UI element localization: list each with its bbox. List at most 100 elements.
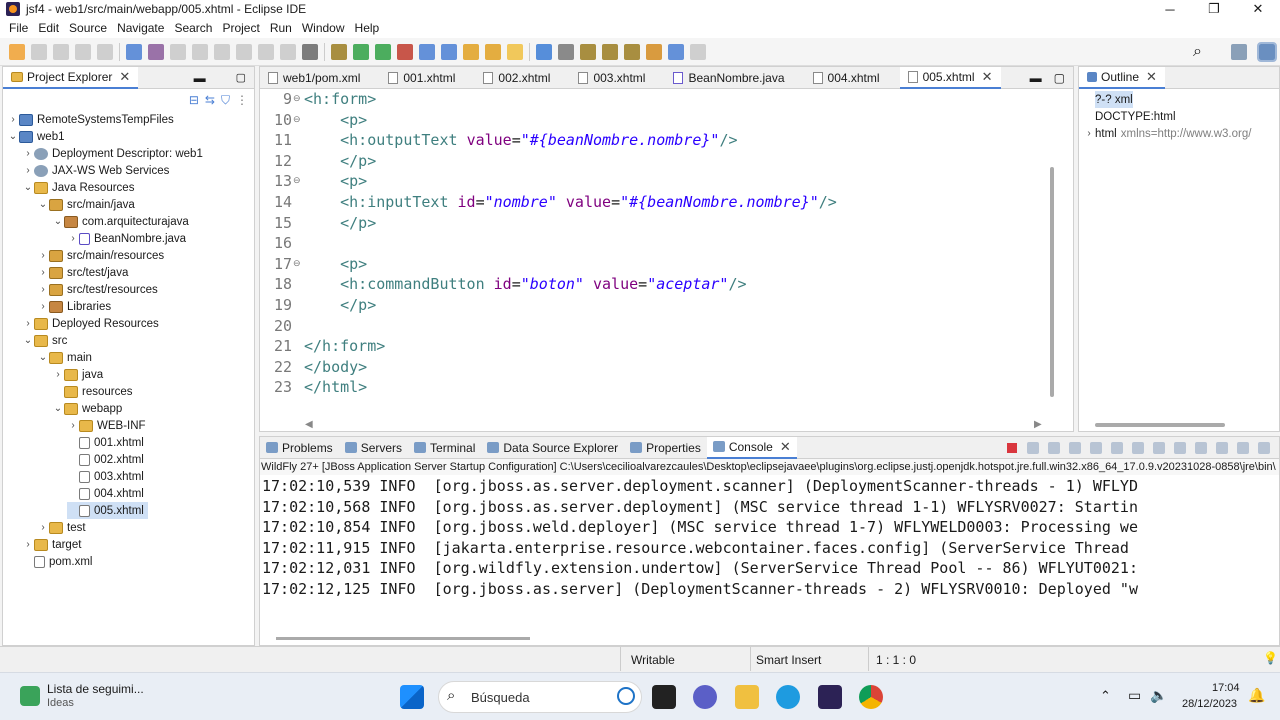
volume-icon[interactable]: 🔈 (1150, 687, 1167, 704)
save-all-icon[interactable] (53, 43, 69, 60)
expand-arrow-icon[interactable]: ⌄ (52, 216, 64, 227)
link-with-editor-icon[interactable]: ⇆ (205, 93, 215, 107)
edge-icon[interactable] (776, 685, 800, 709)
expand-arrow-icon[interactable]: › (1083, 128, 1095, 139)
expand-arrow-icon[interactable]: › (37, 522, 49, 533)
tree-item[interactable]: › src/test/java (37, 264, 128, 281)
disconnect-icon[interactable] (236, 43, 252, 60)
menu-source[interactable]: Source (64, 21, 112, 35)
outline-item[interactable]: ?-? xml (1095, 91, 1133, 108)
next-annotation-icon[interactable] (580, 43, 596, 60)
scroll-left-icon[interactable]: ◀ (305, 419, 313, 430)
tree-item[interactable]: › Deployed Resources (22, 315, 159, 332)
tip-icon[interactable]: 💡 (1263, 651, 1278, 665)
outline-item[interactable]: › html xmlns=http://www.w3.org/ (1083, 125, 1251, 142)
perspective-javaee-icon[interactable] (1231, 43, 1247, 60)
tab-servers[interactable]: Servers (339, 437, 408, 459)
tools-icon[interactable] (331, 43, 347, 60)
outline-hscrollbar[interactable] (1095, 423, 1225, 427)
expand-arrow-icon[interactable]: › (52, 369, 64, 380)
collapse-all-icon[interactable]: ⊟ (189, 93, 199, 107)
run-icon[interactable] (375, 43, 391, 60)
close-icon[interactable]: ✕ (780, 439, 791, 455)
expand-arrow-icon[interactable]: › (7, 114, 19, 125)
tab-properties[interactable]: Properties (624, 437, 707, 459)
menu-file[interactable]: File (4, 21, 33, 35)
chrome-icon[interactable] (859, 685, 883, 709)
coverage-icon[interactable] (397, 43, 413, 60)
tree-item[interactable]: ⌄ Java Resources (22, 179, 134, 196)
pause-icon[interactable] (192, 43, 208, 60)
close-window-button[interactable]: ✕ (1236, 0, 1280, 18)
editor-vscrollbar[interactable] (1050, 167, 1054, 397)
menu-edit[interactable]: Edit (33, 21, 64, 35)
expand-arrow-icon[interactable]: ⌄ (37, 199, 49, 210)
close-icon[interactable]: ✕ (119, 69, 130, 85)
tree-item[interactable]: › WEB-INF (67, 417, 146, 434)
expand-arrow-icon[interactable]: › (67, 233, 79, 244)
open-perspective-icon[interactable] (690, 43, 706, 60)
step-into-icon[interactable] (258, 43, 274, 60)
tab-terminal[interactable]: Terminal (408, 437, 481, 459)
clock-time[interactable]: 17:04 (1212, 682, 1240, 694)
fold-icon[interactable]: ⊖ (293, 93, 301, 104)
expand-arrow-icon[interactable]: ⌄ (52, 403, 64, 414)
scroll-lock-icon[interactable] (1090, 441, 1102, 454)
console-output[interactable]: 17:02:10,539 INFO [org.jboss.as.server.d… (260, 475, 1279, 625)
tab-005-xhtml[interactable]: 005.xhtml ✕ (899, 66, 1001, 89)
undo-icon[interactable] (75, 43, 91, 60)
tab-web1-pom-xml[interactable]: web1/pom.xml (260, 67, 380, 89)
expand-arrow-icon[interactable]: ⌄ (7, 131, 19, 142)
minimize-view-icon[interactable]: ▬ (194, 71, 206, 85)
search-icon[interactable] (485, 43, 501, 60)
eclipse-taskbar-icon[interactable] (818, 685, 842, 709)
minimize-view-icon[interactable] (1237, 441, 1249, 454)
filter-icon[interactable]: ⛉ (221, 93, 230, 108)
network-icon[interactable]: ▭ (1128, 687, 1141, 704)
menu-search[interactable]: Search (169, 21, 217, 35)
expand-arrow-icon[interactable]: › (22, 148, 34, 159)
new-java-icon[interactable] (419, 43, 435, 60)
expand-arrow-icon[interactable]: ⌄ (22, 335, 34, 346)
tree-item[interactable]: › Libraries (37, 298, 111, 315)
expand-arrow-icon[interactable]: › (22, 539, 34, 550)
terminal-icon[interactable] (126, 43, 142, 60)
tree-item[interactable]: › Deployment Descriptor: web1 (22, 145, 203, 162)
tree-item[interactable]: pom.xml (22, 553, 92, 570)
menu-project[interactable]: Project (217, 21, 264, 35)
web-browser-icon[interactable] (536, 43, 552, 60)
open-console-icon[interactable] (1216, 441, 1228, 454)
tab-data-source-explorer[interactable]: Data Source Explorer (481, 437, 624, 459)
expand-arrow-icon[interactable]: ⌄ (22, 182, 34, 193)
taskbar-search[interactable]: ⌕ Búsqueda (438, 681, 642, 713)
minimize-view-icon[interactable]: ▬ (1030, 71, 1042, 85)
tree-item[interactable]: 004.xhtml (67, 485, 144, 502)
stop-icon[interactable] (214, 43, 230, 60)
maximize-view-icon[interactable]: ▢ (236, 71, 246, 84)
debug-icon[interactable] (353, 43, 369, 60)
minimize-button[interactable]: ─ (1148, 0, 1192, 18)
console-hscrollbar[interactable] (276, 637, 530, 640)
new-icon[interactable] (9, 43, 25, 60)
open-type-icon[interactable] (463, 43, 479, 60)
outline-item[interactable]: DOCTYPE:html (1095, 108, 1176, 125)
notifications-icon[interactable]: 🔔 (1248, 687, 1265, 704)
display-console-icon[interactable] (1195, 441, 1207, 454)
tab-004-xhtml[interactable]: 004.xhtml (805, 67, 900, 89)
step-over-icon[interactable] (280, 43, 296, 60)
remove-all-icon[interactable] (1048, 441, 1060, 454)
tree-item[interactable]: › RemoteSystemsTempFiles (7, 111, 174, 128)
tree-item[interactable]: 001.xhtml (67, 434, 144, 451)
tab-003-xhtml[interactable]: 003.xhtml (570, 67, 665, 89)
tree-item[interactable]: › src/test/resources (37, 281, 158, 298)
new-class-icon[interactable] (441, 43, 457, 60)
tree-item[interactable]: › target (22, 536, 81, 553)
tree-item[interactable]: ⌄ src/main/java (37, 196, 135, 213)
tree-item[interactable]: ⌄ web1 (7, 128, 65, 145)
toolbar-search-icon[interactable]: ⌕ (1193, 43, 1202, 61)
widget-icon[interactable] (20, 686, 40, 706)
tab-002-xhtml[interactable]: 002.xhtml (475, 67, 570, 89)
expand-arrow-icon[interactable]: ⌄ (37, 352, 49, 363)
file-explorer-icon[interactable] (735, 685, 759, 709)
clear-console-icon[interactable] (1069, 441, 1081, 454)
